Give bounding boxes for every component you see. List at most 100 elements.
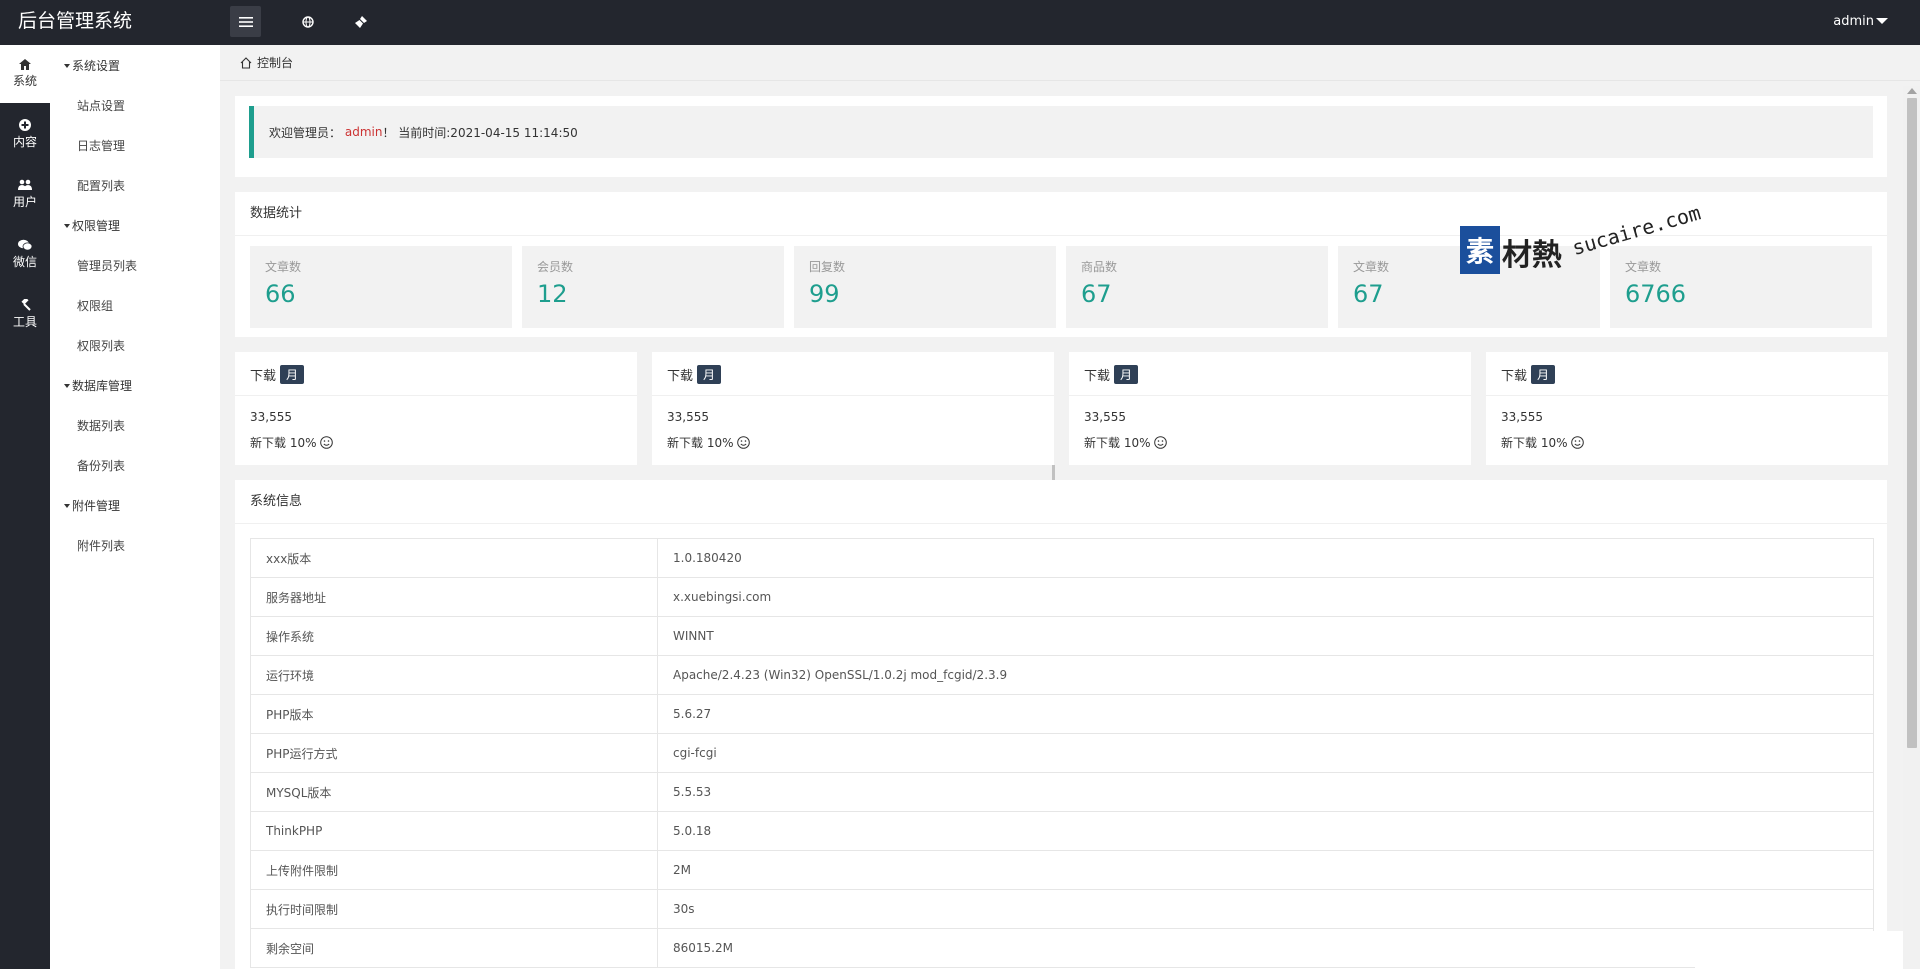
- download-card-title: 下载月: [250, 365, 305, 384]
- divider: [652, 395, 1054, 396]
- user-dropdown-caret-icon[interactable]: [1876, 18, 1888, 24]
- rail-item-label: 内容: [12, 134, 37, 149]
- sidebar-group-attachments[interactable]: 附件管理: [64, 497, 120, 514]
- rail-item-content[interactable]: 内容: [0, 105, 50, 163]
- download-card-title: 下载月: [667, 365, 722, 384]
- watermark-logo: 素 材熱 sucaire.com: [1460, 200, 1710, 284]
- home-icon: [19, 59, 31, 70]
- rail-item-label: 微信: [12, 254, 37, 269]
- smile-icon: [1153, 436, 1167, 449]
- download-card: 下载月 33,555 新下载 10%: [235, 352, 637, 465]
- divider: [235, 523, 1887, 524]
- sidebar-item-config-list[interactable]: 配置列表: [77, 177, 125, 194]
- breadcrumb: 控制台: [220, 45, 1920, 81]
- table-row: ThinkPHP 5.0.18: [250, 811, 1874, 851]
- welcome-card: 欢迎管理员： admin！ 当前时间:2021-04-15 11:14:50: [235, 96, 1887, 177]
- table-row: 服务器地址 x.xuebingsi.com: [250, 577, 1874, 617]
- sidebar-item-attachment-list[interactable]: 附件列表: [77, 537, 125, 554]
- plus-circle-icon: [19, 118, 31, 131]
- user-menu[interactable]: admin: [1833, 0, 1874, 43]
- download-count: 33,555: [1501, 410, 1543, 424]
- gavel-icon: [21, 298, 31, 311]
- download-count: 33,555: [667, 410, 709, 424]
- download-card: 下载月 33,555 新下载 10%: [1486, 352, 1888, 465]
- stat-tile[interactable]: 商品数 67: [1066, 246, 1328, 328]
- menu-toggle-button[interactable]: [230, 6, 261, 37]
- download-count: 33,555: [250, 410, 292, 424]
- rail-item-system[interactable]: 系统: [0, 45, 50, 103]
- scroll-up-arrow-icon[interactable]: [1907, 88, 1917, 94]
- sidebar-group-system-settings[interactable]: 系统设置: [64, 57, 120, 74]
- download-count: 33,555: [1084, 410, 1126, 424]
- table-row: MYSQL版本 5.5.53: [250, 772, 1874, 812]
- divider: [1486, 395, 1888, 396]
- download-growth: 新下载 10%: [250, 434, 333, 451]
- caret-down-icon: [64, 503, 70, 508]
- sidebar-group-database[interactable]: 数据库管理: [64, 377, 132, 394]
- sidebar-item-permission-group[interactable]: 权限组: [77, 297, 113, 314]
- download-card: 下载月 33,555 新下载 10%: [652, 352, 1054, 465]
- breadcrumb-current[interactable]: 控制台: [257, 54, 293, 71]
- home-outline-icon: [240, 56, 252, 69]
- card-title: 数据统计: [250, 206, 303, 221]
- website-button[interactable]: [292, 6, 323, 37]
- system-info-card: 系统信息 xxx版本 1.0.180420 服务器地址 x.xuebingsi.co…: [235, 480, 1887, 969]
- sidebar-menu: 系统设置 站点设置 日志管理 配置列表 权限管理 管理员列表 权限组 权限列表 …: [50, 45, 220, 969]
- sidebar-item-backup-list[interactable]: 备份列表: [77, 457, 125, 474]
- inner-scrollbar-thumb[interactable]: [1052, 465, 1055, 480]
- table-row: 运行环境 Apache/2.4.23 (Win32) OpenSSL/1.0.2j…: [250, 655, 1874, 695]
- period-badge: 月: [697, 365, 722, 384]
- wechat-icon: [18, 239, 32, 250]
- smile-icon: [736, 436, 750, 449]
- divider: [235, 395, 637, 396]
- system-info-table: xxx版本 1.0.180420 服务器地址 x.xuebingsi.com 操作系…: [250, 538, 1874, 968]
- table-row: PHP运行方式 cgi-fcgi: [250, 733, 1874, 773]
- rail-item-tools[interactable]: 工具: [0, 285, 50, 343]
- overlay-strip: [1695, 931, 1920, 969]
- sidebar-item-permission-list[interactable]: 权限列表: [77, 337, 125, 354]
- sidebar-group-permissions[interactable]: 权限管理: [64, 217, 120, 234]
- download-card-title: 下载月: [1084, 365, 1139, 384]
- download-growth: 新下载 10%: [1084, 434, 1167, 451]
- download-growth: 新下载 10%: [1501, 434, 1584, 451]
- globe-icon: [301, 15, 314, 28]
- rail-item-wechat[interactable]: 微信: [0, 225, 50, 283]
- smile-icon: [1570, 436, 1584, 449]
- module-rail: 系统 内容 用户 微信 工具: [0, 45, 50, 969]
- welcome-username: admin: [344, 125, 383, 139]
- period-badge: 月: [1531, 365, 1556, 384]
- period-badge: 月: [280, 365, 305, 384]
- stat-tile[interactable]: 文章数 66: [250, 246, 512, 328]
- page-scrollbar[interactable]: [1903, 86, 1920, 969]
- top-navbar: 后台管理系统 admin: [0, 0, 1920, 45]
- sidebar-item-log-management[interactable]: 日志管理: [77, 137, 125, 154]
- smile-icon: [319, 436, 333, 449]
- table-row: xxx版本 1.0.180420: [250, 538, 1874, 578]
- brush-icon: [354, 15, 367, 28]
- rail-item-label: 用户: [12, 194, 37, 209]
- rail-item-label: 工具: [12, 314, 37, 329]
- table-row: 上传附件限制 2M: [250, 850, 1874, 890]
- rail-item-label: 系统: [12, 74, 37, 88]
- caret-down-icon: [64, 63, 70, 68]
- sidebar-item-data-list[interactable]: 数据列表: [77, 417, 125, 434]
- caret-down-icon: [64, 383, 70, 388]
- stat-tile[interactable]: 会员数 12: [522, 246, 784, 328]
- hamburger-icon: [238, 16, 253, 27]
- card-title: 系统信息: [250, 494, 303, 509]
- welcome-message: 欢迎管理员： admin！ 当前时间:2021-04-15 11:14:50: [249, 106, 1873, 158]
- table-row: 剩余空间 86015.2M: [250, 928, 1874, 968]
- rail-item-users[interactable]: 用户: [0, 165, 50, 223]
- download-card-title: 下载月: [1501, 365, 1556, 384]
- clear-cache-button[interactable]: [345, 6, 376, 37]
- table-row: 操作系统 WINNT: [250, 616, 1874, 656]
- table-row: 执行时间限制 30s: [250, 889, 1874, 929]
- stat-tile[interactable]: 回复数 99: [794, 246, 1056, 328]
- download-card: 下载月 33,555 新下载 10%: [1069, 352, 1471, 465]
- sidebar-item-admin-list[interactable]: 管理员列表: [77, 257, 137, 274]
- app-logo-title: 后台管理系统: [18, 10, 133, 32]
- sidebar-item-site-settings[interactable]: 站点设置: [77, 97, 125, 114]
- period-badge: 月: [1114, 365, 1139, 384]
- scrollbar-thumb[interactable]: [1907, 98, 1917, 748]
- download-growth: 新下载 10%: [667, 434, 750, 451]
